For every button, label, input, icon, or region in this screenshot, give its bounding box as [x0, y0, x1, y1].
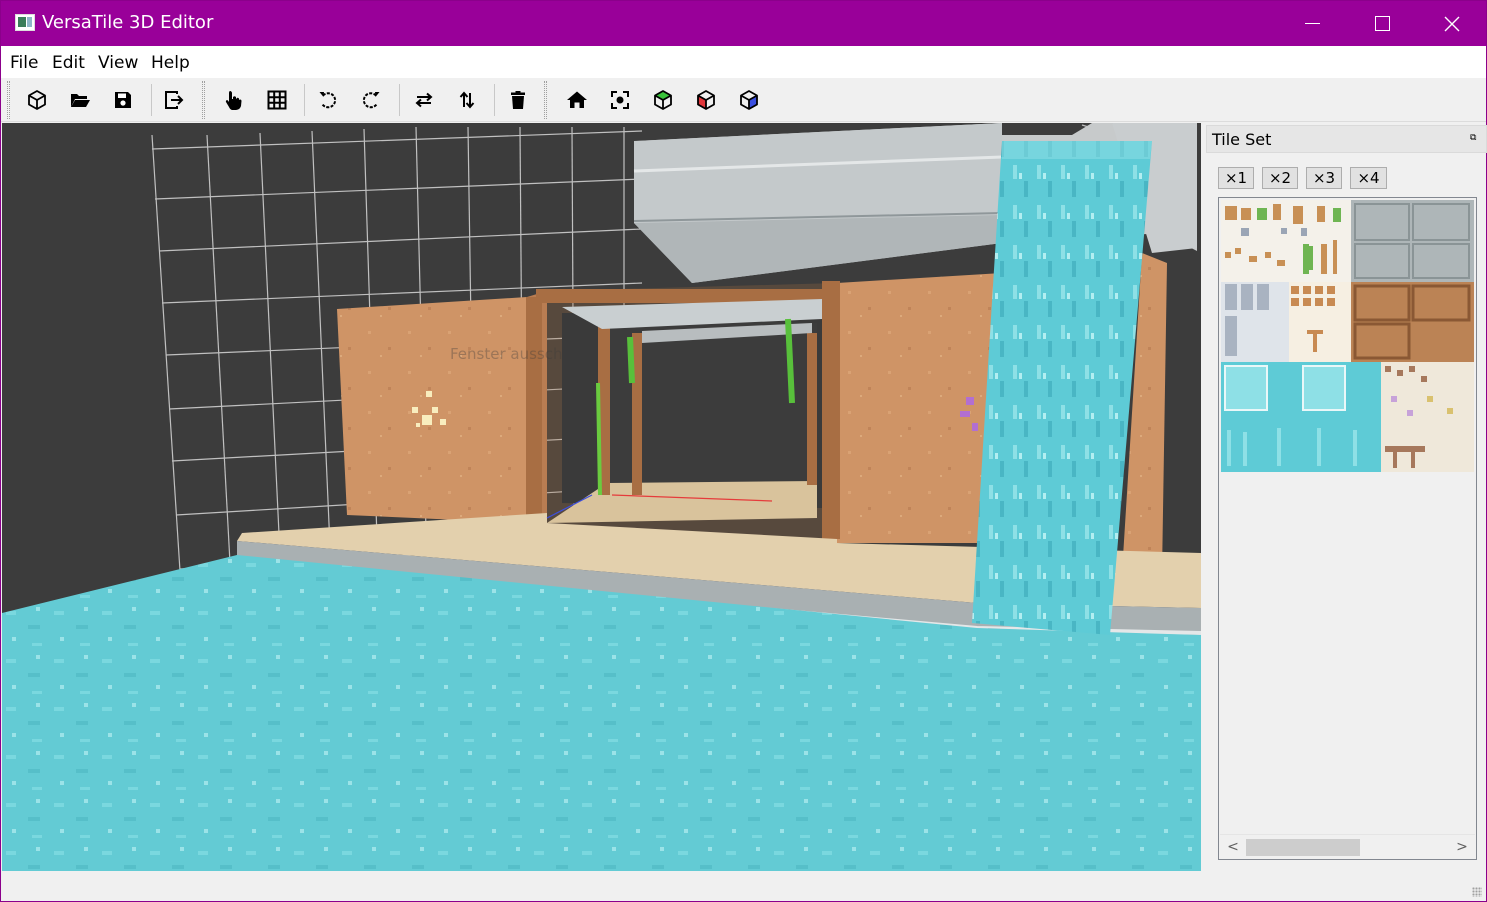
grid-tool-button[interactable] [262, 86, 292, 114]
undock-icon[interactable]: ⧉ [1470, 133, 1480, 143]
title-bar[interactable]: VersaTile 3D Editor [1, 1, 1486, 46]
save-icon [115, 92, 131, 108]
tileset-image[interactable] [1221, 200, 1474, 472]
red-cube-icon [697, 90, 715, 110]
flip-horizontal-icon [415, 92, 433, 108]
menu-help[interactable]: Help [151, 53, 190, 73]
zoom-x2-button[interactable]: ×2 [1262, 167, 1298, 189]
flip-horizontal-button[interactable] [409, 86, 439, 114]
blue-cube-icon [740, 90, 758, 110]
maximize-button[interactable] [1347, 1, 1417, 46]
new-model-button[interactable] [22, 86, 52, 114]
flip-vertical-icon [459, 91, 475, 109]
minimize-button[interactable] [1277, 1, 1347, 46]
tileset-hscrollbar[interactable]: < > [1220, 834, 1475, 858]
scene-render [2, 123, 1201, 871]
resize-grip-icon[interactable] [1472, 887, 1482, 897]
window-title: VersaTile 3D Editor [42, 12, 214, 33]
grid-icon [267, 90, 287, 110]
view-red-cube-button[interactable] [691, 86, 721, 114]
new-model-icon [28, 90, 46, 110]
menu-bar: File Edit View Help [1, 46, 1486, 78]
scroll-right-icon[interactable]: > [1453, 838, 1471, 856]
open-file-icon [71, 94, 90, 107]
close-icon [1444, 16, 1460, 31]
view-blue-cube-button[interactable] [734, 86, 764, 114]
rotate-ccw-button[interactable] [313, 86, 343, 114]
select-tool-button[interactable] [219, 86, 249, 114]
delete-icon [511, 91, 525, 109]
home-view-icon [567, 91, 587, 108]
tileset-view[interactable]: < > [1218, 197, 1477, 860]
green-cube-icon [654, 90, 672, 110]
fit-view-button[interactable] [605, 86, 635, 114]
3d-viewport[interactable]: Fenster ausschnei [2, 123, 1201, 871]
fit-view-icon [611, 91, 629, 109]
toolbar-grip-2[interactable] [202, 81, 205, 119]
app-icon [15, 14, 35, 31]
rotate-cw-icon [362, 92, 380, 109]
toolbar [1, 78, 1486, 122]
open-file-button[interactable] [65, 86, 95, 114]
scroll-thumb[interactable] [1246, 839, 1360, 856]
toolbar-grip[interactable] [7, 81, 10, 119]
menu-edit[interactable]: Edit [52, 53, 85, 73]
save-button[interactable] [108, 86, 138, 114]
rotate-ccw-icon [319, 92, 337, 109]
tileset-panel-header[interactable]: Tile Set ⧉ [1206, 125, 1487, 153]
menu-view[interactable]: View [98, 53, 138, 73]
status-bar [1, 871, 1486, 901]
toolbar-grip-3[interactable] [544, 81, 547, 119]
zoom-x4-button[interactable]: ×4 [1350, 167, 1387, 189]
home-view-button[interactable] [562, 86, 592, 114]
close-button[interactable] [1417, 1, 1487, 46]
hand-pointer-icon [225, 91, 242, 110]
ghost-overlay-text: Fenster ausschnei [450, 345, 586, 363]
flip-vertical-button[interactable] [452, 86, 482, 114]
view-green-cube-button[interactable] [648, 86, 678, 114]
zoom-x1-button[interactable]: ×1 [1218, 167, 1254, 189]
rotate-cw-button[interactable] [356, 86, 386, 114]
menu-file[interactable]: File [10, 53, 38, 73]
export-icon [165, 91, 184, 109]
app-window: VersaTile 3D Editor File Edit View Help [0, 0, 1487, 902]
zoom-x3-button[interactable]: ×3 [1306, 167, 1342, 189]
delete-button[interactable] [503, 86, 533, 114]
scroll-left-icon[interactable]: < [1224, 838, 1242, 856]
export-button[interactable] [159, 86, 189, 114]
tileset-panel: Tile Set ⧉ ×1 ×2 ×3 ×4 < > [1206, 125, 1487, 865]
tileset-panel-title: Tile Set [1212, 130, 1272, 149]
